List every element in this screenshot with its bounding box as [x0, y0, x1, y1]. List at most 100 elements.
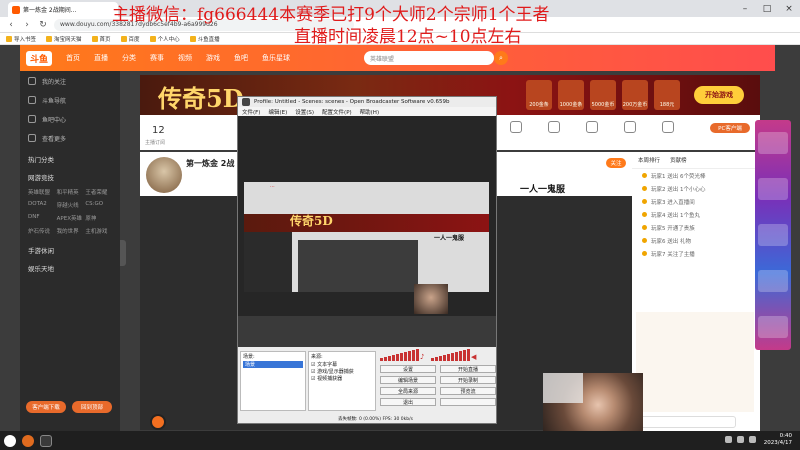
sidebar-category[interactable]: 我的世界: [57, 227, 84, 235]
tab-weekly-rank[interactable]: 本周排行: [638, 156, 660, 164]
bookmark-item[interactable]: 个人中心: [149, 35, 180, 43]
menu-settings[interactable]: 设置(S): [295, 108, 314, 116]
preview-stream-button[interactable]: 预览流: [440, 387, 496, 395]
speaker-icon[interactable]: ◀: [471, 353, 481, 361]
sources-list[interactable]: 来源: ☑ 文本字幕 ☑ 游戏/显示器捕获 ☑ 视频捕获器: [308, 351, 376, 411]
nav-live[interactable]: 直播: [94, 53, 108, 63]
ad-item[interactable]: [758, 270, 788, 292]
nav-games[interactable]: 游戏: [206, 53, 220, 63]
preview-banner: [244, 214, 489, 232]
sidebar-collapse-handle[interactable]: [120, 240, 126, 266]
nav-events[interactable]: 赛事: [150, 53, 164, 63]
chat-input[interactable]: [636, 416, 736, 428]
sidebar-item-yuba[interactable]: 鱼吧中心: [28, 113, 112, 125]
list-item: 玩家6 送出 礼物: [632, 234, 760, 247]
search-input[interactable]: 英雄联盟: [364, 51, 495, 65]
sidebar-category[interactable]: 穿越火线: [57, 201, 84, 209]
sidebar-category[interactable]: DOTA2: [28, 201, 55, 209]
nav-planet[interactable]: 鱼乐星球: [262, 53, 290, 63]
download-client-button[interactable]: 客户端下载: [26, 401, 66, 413]
firefox-icon[interactable]: [22, 434, 34, 447]
back-to-top-button[interactable]: 回到顶部: [72, 401, 112, 413]
sidebar-category[interactable]: 王者荣耀: [85, 188, 112, 196]
floating-action-button[interactable]: [150, 414, 166, 430]
start-record-button[interactable]: 开始录制: [440, 376, 496, 384]
bookmark-item[interactable]: 淘宝网天猫: [46, 35, 82, 43]
audio-mixer[interactable]: ♪ ◀: [380, 347, 496, 361]
network-icon[interactable]: [725, 436, 732, 443]
volume-icon[interactable]: [737, 436, 744, 443]
clock[interactable]: 0:40 2023/4/17: [764, 433, 792, 447]
download-icon[interactable]: [624, 121, 636, 133]
nav-category[interactable]: 分类: [122, 53, 136, 63]
edit-scene-button[interactable]: 编辑场景: [380, 376, 436, 384]
obs-title-bar[interactable]: Profile: Untitled - Scenes: scenes - Ope…: [238, 97, 496, 107]
ad-item[interactable]: [758, 316, 788, 338]
search-icon[interactable]: ⌕: [494, 51, 509, 65]
nav-yuba[interactable]: 鱼吧: [234, 53, 248, 63]
sidebar-section-mobile: 手游休闲: [28, 247, 54, 255]
gift-icon[interactable]: [510, 121, 522, 133]
sidebar-category[interactable]: 主机游戏: [85, 227, 112, 235]
tab-title: 第一炼金 2战期间...: [23, 7, 77, 14]
follow-button[interactable]: 关注: [606, 158, 626, 168]
pc-client-button[interactable]: PC客户端: [710, 123, 750, 133]
mic-icon[interactable]: ♪: [420, 353, 430, 361]
user-icon[interactable]: [662, 121, 674, 133]
bookmark-item[interactable]: 导入书签: [6, 35, 36, 43]
ad-item[interactable]: [758, 224, 788, 246]
sidebar-category[interactable]: 和平精英: [57, 188, 84, 196]
ad-item[interactable]: [758, 132, 788, 154]
exit-button[interactable]: 退出: [380, 398, 436, 406]
sidebar-category[interactable]: APEX英雄: [57, 214, 84, 222]
blank-button[interactable]: [440, 398, 496, 406]
douyu-logo[interactable]: 斗鱼: [26, 50, 53, 66]
source-item[interactable]: ☑ 游戏/显示器捕获: [311, 368, 373, 375]
scene-item[interactable]: 场景: [243, 361, 303, 368]
minimize-icon[interactable]: –: [734, 0, 756, 17]
forward-icon[interactable]: ›: [22, 20, 32, 30]
sidebar-category[interactable]: DNF: [28, 214, 55, 222]
start-icon[interactable]: [4, 434, 16, 447]
obs-taskbar-icon[interactable]: [40, 434, 52, 447]
settings-button[interactable]: 设置: [380, 365, 436, 373]
tab-contribution[interactable]: 贡献榜: [670, 156, 687, 164]
bookmark-item[interactable]: 首页: [91, 35, 111, 43]
menu-edit[interactable]: 编辑(E): [268, 108, 287, 116]
clock-date: 2023/4/17: [763, 440, 792, 446]
nav-video[interactable]: 视频: [178, 53, 192, 63]
phone-icon[interactable]: [586, 121, 598, 133]
sidebar-category[interactable]: 英雄联盟: [28, 188, 55, 196]
maximize-icon[interactable]: □: [756, 0, 778, 17]
sidebar-category[interactable]: 炉石传说: [28, 227, 55, 235]
sidebar-item-nav[interactable]: 斗鱼导航: [28, 94, 112, 106]
clock-time: 0:40: [779, 433, 792, 439]
back-icon[interactable]: ‹: [6, 20, 16, 30]
browser-tab[interactable]: 第一炼金 2战期间...: [8, 2, 118, 17]
sidebar-item-follow[interactable]: 我的关注: [28, 75, 112, 87]
menu-help[interactable]: 帮助(H): [360, 108, 379, 116]
close-icon[interactable]: ×: [778, 0, 800, 17]
subscribe-label: 主播订阅: [145, 140, 166, 146]
global-sources-button[interactable]: 全局来源: [380, 387, 436, 395]
menu-file[interactable]: 文件(F): [242, 108, 260, 116]
sidebar-item-more[interactable]: 查看更多: [28, 132, 112, 144]
side-ad-strip[interactable]: [755, 120, 791, 350]
ad-item[interactable]: [758, 178, 788, 200]
scenes-list[interactable]: 场景: 场景: [240, 351, 306, 411]
start-stream-button[interactable]: 开始直播: [440, 365, 496, 373]
bookmark-item[interactable]: 百度: [120, 35, 140, 43]
ime-icon[interactable]: [749, 436, 756, 443]
source-item[interactable]: ☑ 视频捕获器: [311, 375, 373, 382]
bookmark-item[interactable]: 斗鱼直播: [189, 35, 220, 43]
sidebar-category[interactable]: CS:GO: [85, 201, 112, 209]
source-item[interactable]: ☑ 文本字幕: [311, 361, 373, 368]
share-icon[interactable]: [548, 121, 560, 133]
streamer-avatar[interactable]: [146, 157, 182, 193]
obs-window[interactable]: Profile: Untitled - Scenes: scenes - Ope…: [237, 96, 497, 424]
reload-icon[interactable]: ↻: [38, 20, 48, 30]
nav-home[interactable]: 首页: [66, 53, 80, 63]
start-game-button[interactable]: 开始游戏: [694, 86, 744, 104]
sidebar-category[interactable]: 原神: [85, 214, 112, 222]
menu-profile[interactable]: 配置文件(P): [322, 108, 352, 116]
